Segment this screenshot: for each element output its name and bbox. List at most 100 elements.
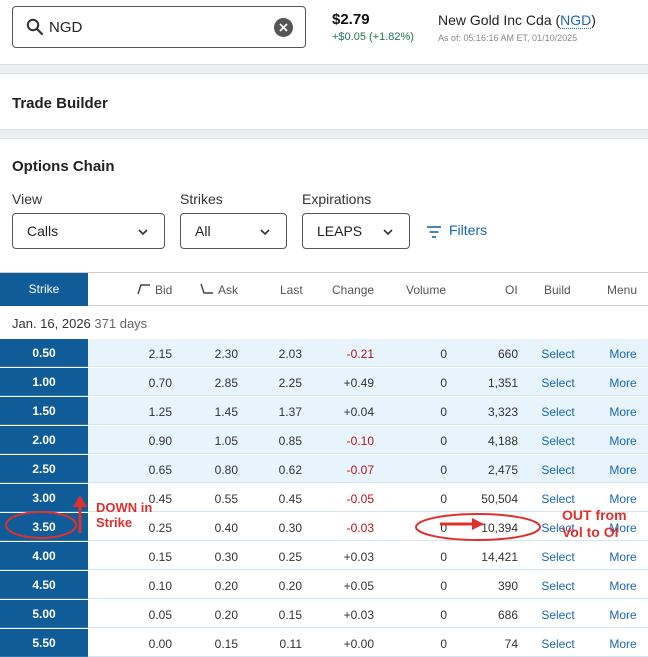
open-interest-cell: 390 [497,579,518,593]
change-cell: +0.03 [343,608,374,622]
as-of-timestamp: As of: 05:16:16 AM ET, 01/10/2025 [438,33,578,43]
ask-column-header[interactable]: Ask [218,283,238,297]
last-cell: 2.03 [278,347,302,361]
option-row[interactable]: 5.50 0.00 0.15 0.11 +0.00 0 74 Select More [0,629,648,657]
bid-cell: 2.15 [148,347,172,361]
change-cell: +0.00 [343,637,374,651]
bid-cell: 1.25 [148,405,172,419]
symbol-search-input[interactable]: NGD [12,6,306,48]
ticker-link[interactable]: NGD [560,12,592,29]
change-cell: +0.04 [343,405,374,419]
clear-search-icon[interactable] [274,18,293,37]
strikes-label: Strikes [180,191,223,207]
more-link[interactable]: More [600,550,646,564]
bid-cell: 0.00 [148,637,172,651]
select-link[interactable]: Select [533,405,583,419]
chevron-down-icon [383,229,393,236]
volume-cell: 0 [440,463,447,477]
filters-button[interactable]: Filters [427,222,487,238]
last-column-header[interactable]: Last [280,283,303,297]
ask-cell: 2.85 [214,376,238,390]
ask-cell: 0.40 [214,521,238,535]
change-column-header[interactable]: Change [332,283,374,297]
quote-header: NGD $2.79 +$0.05 (+1.82%) New Gold Inc C… [0,0,648,64]
open-interest-cell: 50,504 [481,492,518,506]
volume-cell: 0 [440,434,447,448]
more-link[interactable]: More [600,434,646,448]
volume-cell: 0 [440,579,447,593]
more-link[interactable]: More [600,637,646,651]
ask-cell: 0.30 [214,550,238,564]
last-price: $2.79 [332,11,370,28]
last-cell: 2.25 [278,376,302,390]
open-interest-cell: 2,475 [487,463,518,477]
more-link[interactable]: More [600,579,646,593]
open-interest-cell: 10,394 [481,521,518,535]
oi-column-header[interactable]: OI [505,283,518,297]
more-link[interactable]: More [600,376,646,390]
bid-column-header[interactable]: Bid [155,283,172,297]
change-cell: -0.05 [346,492,374,506]
down-in-strike-note: DOWN in Strike [96,500,153,530]
section-divider [0,129,648,139]
option-row[interactable]: 1.00 0.70 2.85 2.25 +0.49 0 1,351 Select More [0,368,648,396]
open-interest-cell: 686 [497,608,518,622]
option-row[interactable]: 4.00 0.15 0.30 0.25 +0.03 0 14,421 Select More [0,542,648,570]
section-divider [0,64,648,74]
option-row[interactable]: 4.50 0.10 0.20 0.20 +0.05 0 390 Select More [0,571,648,599]
more-link[interactable]: More [600,405,646,419]
volume-cell: 0 [440,492,447,506]
company-name: New Gold Inc Cda (NGD) [438,12,596,29]
bid-cell: 0.05 [148,608,172,622]
bid-cell: 0.10 [148,579,172,593]
change-cell: -0.10 [346,434,374,448]
volume-column-header[interactable]: Volume [406,283,446,297]
change-cell: +0.03 [343,550,374,564]
more-link[interactable]: More [600,347,646,361]
view-dropdown[interactable]: Calls [12,213,165,249]
last-cell: 0.85 [278,434,302,448]
last-cell: 0.25 [278,550,302,564]
option-row[interactable]: 1.50 1.25 1.45 1.37 +0.04 0 3,323 Select More [0,397,648,425]
open-interest-cell: 1,351 [487,376,518,390]
strikes-dropdown[interactable]: All [180,213,287,249]
option-row[interactable]: 2.50 0.65 0.80 0.62 -0.07 0 2,475 Select More [0,455,648,483]
last-cell: 0.45 [278,492,302,506]
select-link[interactable]: Select [533,463,583,477]
open-interest-cell: 4,188 [487,434,518,448]
select-link[interactable]: Select [533,376,583,390]
expiration-group-header[interactable]: Jan. 16, 2026 371 days [12,316,147,331]
more-link[interactable]: More [600,463,646,477]
bid-cell: 0.15 [148,550,172,564]
trade-builder-title[interactable]: Trade Builder [12,95,108,112]
select-link[interactable]: Select [533,608,583,622]
more-link[interactable]: More [600,492,646,506]
ask-cell: 1.45 [214,405,238,419]
chevron-down-icon [260,229,270,236]
select-link[interactable]: Select [533,492,583,506]
select-link[interactable]: Select [533,579,583,593]
volume-cell: 0 [440,347,447,361]
open-interest-cell: 14,421 [481,550,518,564]
bid-cell: 0.65 [148,463,172,477]
strike-column-header[interactable]: Strike [0,273,88,306]
select-link[interactable]: Select [533,347,583,361]
option-row[interactable]: 5.00 0.05 0.20 0.15 +0.03 0 686 Select More [0,600,648,628]
option-row[interactable]: 2.00 0.90 1.05 0.85 -0.10 0 4,188 Select More [0,426,648,454]
select-link[interactable]: Select [533,434,583,448]
last-cell: 0.20 [278,579,302,593]
volume-cell: 0 [440,405,447,419]
option-row[interactable]: 0.50 2.15 2.30 2.03 -0.21 0 660 Select More [0,339,648,367]
volume-cell: 0 [440,550,447,564]
chevron-down-icon [138,229,148,236]
select-link[interactable]: Select [533,637,583,651]
bid-arrow-icon [137,284,150,295]
expirations-dropdown[interactable]: LEAPS [302,213,410,249]
more-link[interactable]: More [600,608,646,622]
options-chain-title: Options Chain [12,158,115,175]
select-link[interactable]: Select [533,550,583,564]
last-cell: 0.11 [279,637,302,651]
strike-cell: 0.50 [0,339,88,367]
bid-cell: 0.70 [148,376,172,390]
out-from-vol-note: OUT from Vol to OI [562,507,627,540]
